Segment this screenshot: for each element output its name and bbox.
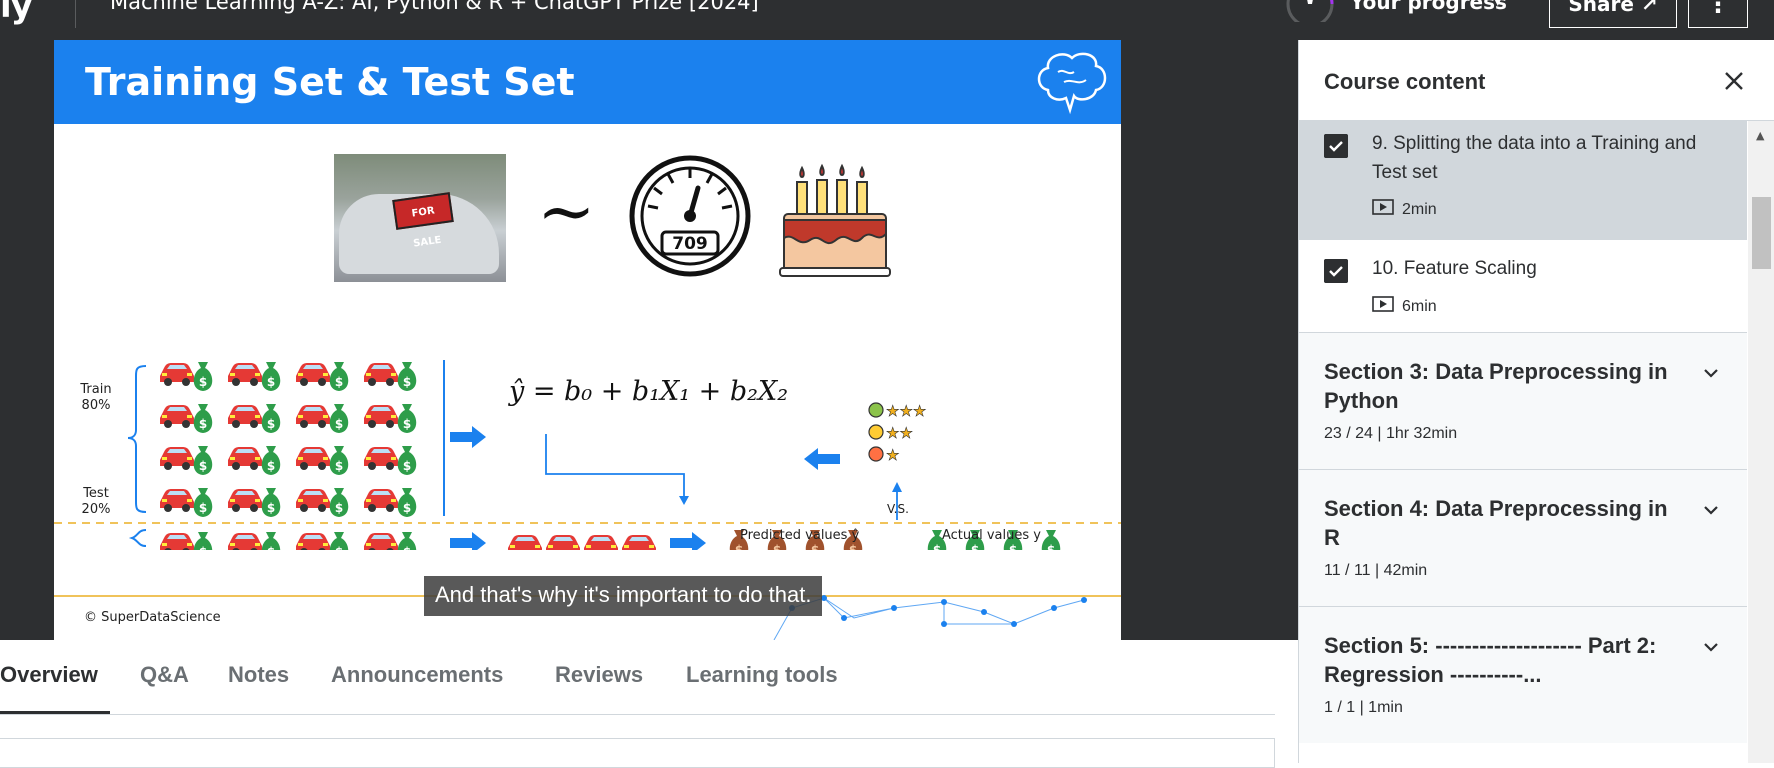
active-tab-indicator (0, 711, 110, 714)
lecture-duration: 6min (1372, 296, 1437, 316)
lecture-tabs: Overview Q&A Notes Announcements Reviews… (0, 640, 1275, 715)
chevron-down-icon[interactable] (1701, 637, 1721, 657)
section-header[interactable]: Section 5: -------------------- Part 2: … (1299, 606, 1747, 743)
train-test-diagram: $ $ ★★★ ★★ ★ (54, 360, 1121, 550)
tab-announcements[interactable]: Announcements (331, 662, 503, 688)
slide-header: Training Set & Test Set (54, 40, 1121, 124)
header-divider (75, 0, 76, 28)
slide-title: Training Set & Test Set (85, 60, 575, 104)
section-meta: 1 / 1 | 1min (1324, 699, 1403, 716)
tab-overview[interactable]: Overview (0, 662, 98, 688)
section-meta: 11 / 11 | 42min (1324, 562, 1428, 579)
odometer-value: 709 (672, 234, 708, 254)
chevron-down-icon[interactable] (1701, 363, 1721, 383)
section-title[interactable]: Section 3: Data Preprocessing in Python (1324, 357, 1684, 415)
video-player[interactable]: Training Set & Test Set FOR SALE ~ 709 T… (0, 40, 1298, 640)
birthday-cake-icon (779, 163, 891, 277)
checkbox-checked-icon[interactable] (1324, 134, 1348, 158)
car-for-sale-photo: FOR SALE (334, 154, 506, 282)
section-header[interactable]: Section 3: Data Preprocessing in Python … (1299, 332, 1747, 469)
chevron-down-icon[interactable]: ▾ (1494, 0, 1502, 10)
vs-label: V.S. (887, 502, 909, 516)
udemy-logo[interactable]: ly (0, 0, 33, 26)
scrollbar-thumb[interactable] (1752, 197, 1771, 269)
sidebar-title: Course content (1324, 69, 1486, 94)
lecture-duration-text: 6min (1402, 298, 1437, 315)
course-content-sidebar: Course content 9. Splitting the data int… (1298, 40, 1774, 763)
section-title[interactable]: Section 5: -------------------- Part 2: … (1324, 631, 1684, 689)
more-options-button[interactable]: ⋮ (1688, 0, 1748, 28)
tab-qa[interactable]: Q&A (140, 662, 189, 688)
tab-content-panel (0, 738, 1275, 768)
regression-equation: ŷ = b₀ + b₁X₁ + b₂X₂ (509, 376, 789, 407)
course-title[interactable]: Machine Learning A-Z: AI, Python & R + C… (110, 0, 759, 14)
section-meta: 23 / 24 | 1hr 32min (1324, 425, 1458, 442)
scroll-up-arrow-icon[interactable]: ▲ (1756, 129, 1764, 142)
lecture-title[interactable]: 9. Splitting the data into a Training an… (1372, 129, 1712, 187)
section-header[interactable]: Section 4: Data Preprocessing in R 11 / … (1299, 469, 1747, 606)
sidebar-scrollbar[interactable]: ▲ (1748, 121, 1774, 763)
lecture-title[interactable]: 10. Feature Scaling (1372, 254, 1712, 283)
tilde-symbol: ~ (537, 170, 596, 252)
svg-text:★★: ★★ (886, 424, 913, 442)
close-icon[interactable] (1719, 66, 1749, 96)
progress-ring-icon[interactable] (1284, 0, 1336, 22)
copyright-text: © SuperDataScience (84, 610, 221, 625)
actual-values-label: Actual values y (942, 528, 1041, 543)
lecture-slide: Training Set & Test Set FOR SALE ~ 709 T… (54, 40, 1121, 640)
predicted-values-label: Predicted values ŷ (740, 528, 860, 543)
chevron-down-icon[interactable] (1701, 500, 1721, 520)
lecture-duration-text: 2min (1402, 201, 1437, 218)
section-title[interactable]: Section 4: Data Preprocessing in R (1324, 494, 1684, 552)
lecture-item[interactable]: 9. Splitting the data into a Training an… (1299, 121, 1747, 240)
video-icon (1372, 199, 1394, 215)
tab-reviews[interactable]: Reviews (555, 662, 643, 688)
progress-label[interactable]: Your progress (1350, 0, 1507, 14)
svg-text:★★★: ★★★ (886, 402, 926, 420)
video-caption: And that's why it's important to do that… (424, 576, 823, 616)
share-button[interactable]: Share ↗ (1549, 0, 1677, 28)
sidebar-header: Course content (1299, 40, 1774, 121)
video-icon (1372, 296, 1394, 312)
tab-notes[interactable]: Notes (228, 662, 289, 688)
lecture-duration: 2min (1372, 199, 1437, 219)
top-bar: ly Machine Learning A-Z: AI, Python & R … (0, 0, 1774, 40)
svg-text:★: ★ (886, 446, 899, 464)
odometer-icon: 709 (629, 155, 751, 277)
brain-icon (1037, 52, 1107, 115)
checkbox-checked-icon[interactable] (1324, 259, 1348, 283)
lecture-item[interactable]: 10. Feature Scaling 6min (1299, 240, 1747, 332)
tab-learning-tools[interactable]: Learning tools (686, 662, 838, 688)
